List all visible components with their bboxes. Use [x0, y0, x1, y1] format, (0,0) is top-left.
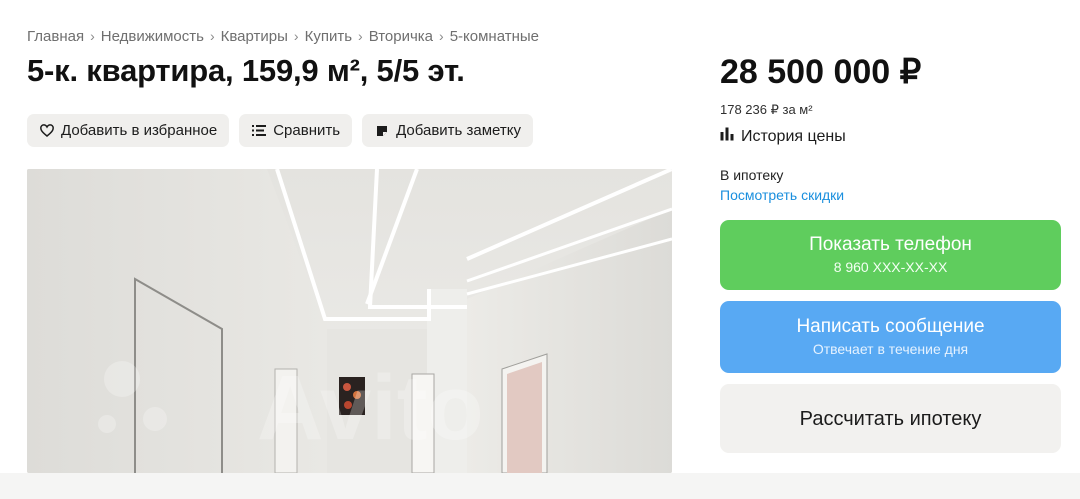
page-title: 5-к. квартира, 159,9 м², 5/5 эт. [27, 53, 465, 88]
calculate-mortgage-button[interactable]: Рассчитать ипотеку [720, 384, 1061, 453]
chart-icon [720, 127, 735, 146]
price-per-m2: 178 236 ₽ за м² [720, 102, 813, 117]
phone-number-masked: 8 960 XXX-XX-XX [833, 259, 948, 275]
compare-label: Сравнить [273, 122, 341, 139]
price-total: 28 500 000 ₽ [720, 53, 922, 91]
breadcrumb-separator: › [358, 28, 363, 44]
breadcrumb-separator: › [439, 28, 444, 44]
listing-photo[interactable]: Avito [27, 169, 672, 473]
listing-page: Главная › Недвижимость › Квартиры › Купи… [0, 0, 1080, 499]
breadcrumb-separator: › [209, 28, 215, 44]
price-history-link[interactable]: История цены [720, 127, 846, 146]
note-icon [374, 123, 390, 139]
breadcrumb-5-rooms[interactable]: 5-комнатные [450, 28, 539, 45]
view-discounts-link[interactable]: Посмотреть скидки [720, 187, 844, 203]
mortgage-label: В ипотеку [720, 167, 784, 183]
heart-icon [39, 123, 55, 139]
add-note-button[interactable]: Добавить заметку [362, 114, 533, 147]
breadcrumb-real-estate[interactable]: Недвижимость [101, 28, 204, 45]
breadcrumb-secondary[interactable]: Вторичка [369, 28, 433, 45]
send-message-label: Написать сообщение [796, 316, 985, 337]
add-to-favorites-button[interactable]: Добавить в избранное [27, 114, 230, 147]
compare-button[interactable]: Сравнить [239, 114, 353, 147]
show-phone-label: Показать телефон [809, 234, 972, 255]
photo-watermark: Avito [257, 357, 484, 459]
show-phone-button[interactable]: Показать телефон 8 960 XXX-XX-XX [720, 220, 1061, 290]
page-bottom-band [0, 473, 1080, 499]
breadcrumb: Главная › Недвижимость › Квартиры › Купи… [27, 27, 539, 45]
breadcrumb-home[interactable]: Главная [27, 28, 84, 45]
listing-actions: Добавить в избранное Сравнить Добавить з… [27, 114, 533, 147]
add-to-favorites-label: Добавить в избранное [61, 122, 218, 139]
reply-time-note: Отвечает в течение дня [812, 341, 969, 357]
breadcrumb-buy[interactable]: Купить [305, 28, 352, 45]
breadcrumb-apartments[interactable]: Квартиры [221, 28, 288, 45]
calculate-mortgage-label: Рассчитать ипотеку [799, 407, 982, 430]
compare-icon [251, 123, 267, 139]
breadcrumb-separator: › [293, 28, 299, 44]
add-note-label: Добавить заметку [396, 122, 521, 139]
price-history-label: История цены [741, 127, 846, 145]
breadcrumb-separator: › [90, 28, 95, 44]
send-message-button[interactable]: Написать сообщение Отвечает в течение дн… [720, 301, 1061, 373]
